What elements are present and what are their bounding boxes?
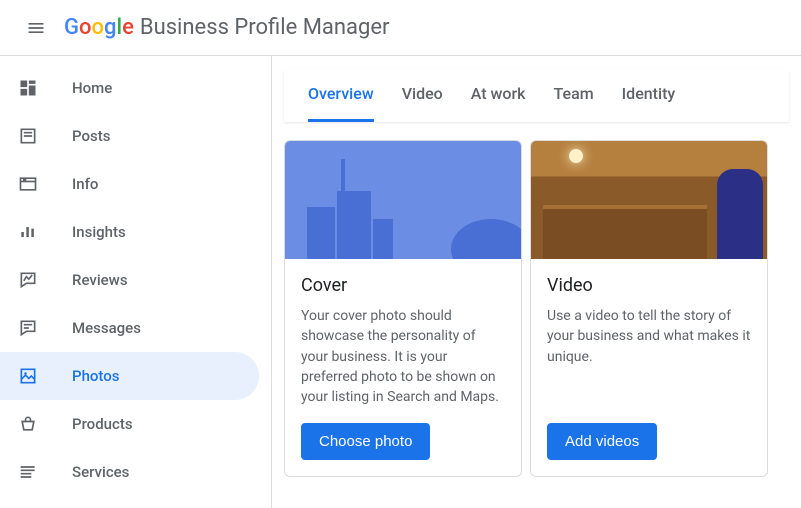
brand-block: Google Business Profile Manager <box>64 15 389 40</box>
sidebar-item-label: Info <box>72 175 98 193</box>
sidebar-item-label: Photos <box>72 367 119 385</box>
hamburger-menu-button[interactable] <box>16 8 56 48</box>
posts-icon <box>16 124 40 148</box>
sidebar-item-label: Messages <box>72 319 141 337</box>
sidebar-item-posts[interactable]: Posts <box>0 112 259 160</box>
cover-card-title: Cover <box>301 275 505 296</box>
sidebar-item-services[interactable]: Services <box>0 448 259 496</box>
cards-row: Cover Your cover photo should showcase t… <box>284 140 789 477</box>
hamburger-icon <box>26 18 46 38</box>
cover-illustration <box>285 141 521 259</box>
tab-at-work[interactable]: At work <box>471 68 526 122</box>
product-name: Business Profile Manager <box>140 15 390 40</box>
photo-tabs: Overview Video At work Team Identity <box>284 68 789 122</box>
cover-card-desc: Your cover photo should showcase the per… <box>301 306 505 407</box>
tab-overview[interactable]: Overview <box>308 68 374 122</box>
insights-icon <box>16 220 40 244</box>
reviews-icon <box>16 268 40 292</box>
sidebar-item-photos[interactable]: Photos <box>0 352 259 400</box>
messages-icon <box>16 316 40 340</box>
video-illustration <box>531 141 767 259</box>
sidebar-item-insights[interactable]: Insights <box>0 208 259 256</box>
products-icon <box>16 412 40 436</box>
video-card-desc: Use a video to tell the story of your bu… <box>547 306 751 407</box>
topbar: Google Business Profile Manager <box>0 0 801 56</box>
sidebar-item-info[interactable]: Info <box>0 160 259 208</box>
sidebar-item-home[interactable]: Home <box>0 64 259 112</box>
main-content: Overview Video At work Team Identity Cover Y… <box>272 56 801 508</box>
services-icon <box>16 460 40 484</box>
video-card-title: Video <box>547 275 751 296</box>
sidebar: Home Posts Info Insights Reviews Messages Phot… <box>0 56 272 508</box>
sidebar-item-label: Home <box>72 79 112 97</box>
sidebar-item-reviews[interactable]: Reviews <box>0 256 259 304</box>
sidebar-item-label: Reviews <box>72 271 128 289</box>
sidebar-item-messages[interactable]: Messages <box>0 304 259 352</box>
info-icon <box>16 172 40 196</box>
tab-team[interactable]: Team <box>554 68 594 122</box>
choose-photo-button[interactable]: Choose photo <box>301 423 430 460</box>
sidebar-item-label: Services <box>72 463 129 481</box>
google-logo: Google <box>64 15 134 40</box>
photos-icon <box>16 364 40 388</box>
home-icon <box>16 76 40 100</box>
sidebar-item-label: Insights <box>72 223 126 241</box>
sidebar-item-label: Products <box>72 415 133 433</box>
video-card: Video Use a video to tell the story of y… <box>530 140 768 477</box>
tab-video[interactable]: Video <box>402 68 443 122</box>
sidebar-item-products[interactable]: Products <box>0 400 259 448</box>
tab-identity[interactable]: Identity <box>622 68 676 122</box>
add-videos-button[interactable]: Add videos <box>547 423 657 460</box>
cover-card: Cover Your cover photo should showcase t… <box>284 140 522 477</box>
sidebar-item-label: Posts <box>72 127 110 145</box>
